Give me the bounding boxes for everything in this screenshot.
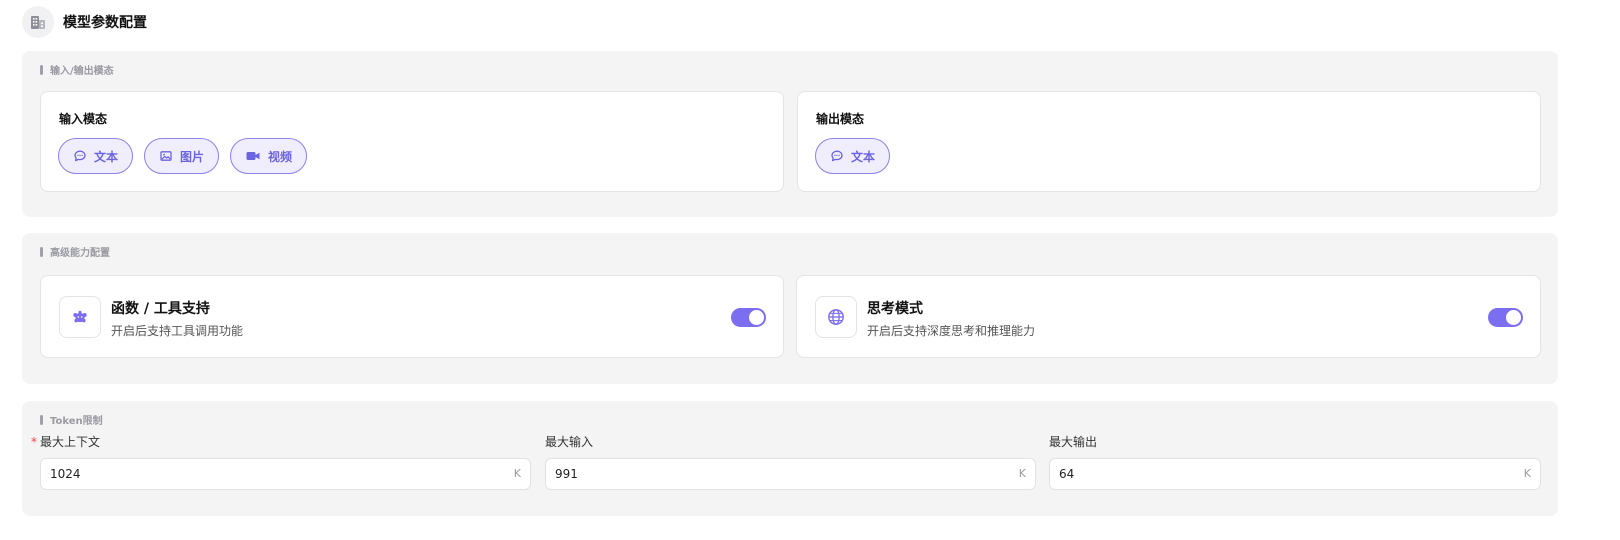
section-label-token: Token限制 xyxy=(40,412,103,427)
thinking-mode-card: 思考模式 开启后支持深度思考和推理能力 xyxy=(796,275,1541,358)
output-modality-chips: 文本 xyxy=(815,138,891,174)
section-label-advanced: 高级能力配置 xyxy=(40,244,110,259)
unit-suffix: K xyxy=(1523,467,1531,480)
required-asterisk: * xyxy=(31,435,37,449)
chip-input-image[interactable]: 图片 xyxy=(144,138,220,174)
toggle-knob xyxy=(749,310,764,325)
section-marker xyxy=(40,246,43,257)
chip-output-text[interactable]: 文本 xyxy=(815,138,891,174)
chip-label: 文本 xyxy=(94,149,119,164)
chat-bubble-icon xyxy=(830,149,844,163)
input-modality-chips: 文本 图片 视频 xyxy=(58,138,308,174)
video-camera-icon xyxy=(245,149,261,163)
max-context-label-text: 最大上下文 xyxy=(40,435,101,449)
section-label-modality: 输入/输出模态 xyxy=(40,62,114,77)
function-tool-toggle[interactable] xyxy=(731,308,766,327)
chat-bubble-icon xyxy=(73,149,87,163)
chip-label: 视频 xyxy=(268,149,293,164)
image-icon xyxy=(159,149,173,163)
max-input-field: K xyxy=(545,458,1036,490)
function-tool-card: 函数 / 工具支持 开启后支持工具调用功能 xyxy=(40,275,784,358)
section-label-text: Token限制 xyxy=(50,416,103,427)
page-header: 模型参数配置 xyxy=(22,6,147,38)
output-modality-card: 输出模态 文本 xyxy=(797,91,1541,192)
advanced-panel: 高级能力配置 函数 / 工具支持 开启后支持工具调用功能 思考模式 开启后支持深… xyxy=(22,233,1558,384)
max-output-input[interactable] xyxy=(1050,459,1540,489)
chip-input-text[interactable]: 文本 xyxy=(58,138,134,174)
model-params-page: 模型参数配置 输入/输出模态 输入模态 文本 图片 视频 输出模态 文本 高级能… xyxy=(0,0,1620,540)
max-context-input[interactable] xyxy=(41,459,530,489)
thinking-mode-title: 思考模式 xyxy=(867,301,923,317)
max-input-label: 最大输入 xyxy=(545,435,594,449)
max-input-input[interactable] xyxy=(546,459,1035,489)
token-limit-panel: Token限制 *最大上下文 K 最大输入 K 最大输出 K xyxy=(22,401,1558,516)
max-context-label: * 最大上下文 xyxy=(31,433,100,450)
output-modality-title: 输出模态 xyxy=(816,112,865,126)
unit-suffix: K xyxy=(1018,467,1026,480)
max-output-label: 最大输出 xyxy=(1049,435,1098,449)
max-output-field: K xyxy=(1049,458,1541,490)
thinking-mode-description: 开启后支持深度思考和推理能力 xyxy=(867,324,1036,338)
unit-suffix: K xyxy=(513,467,521,480)
section-marker xyxy=(40,64,43,75)
input-modality-title: 输入模态 xyxy=(59,112,108,126)
page-title: 模型参数配置 xyxy=(63,15,147,31)
chip-label: 文本 xyxy=(851,149,876,164)
chip-input-video[interactable]: 视频 xyxy=(230,138,308,174)
function-tool-description: 开启后支持工具调用功能 xyxy=(111,324,244,338)
input-modality-card: 输入模态 文本 图片 视频 xyxy=(40,91,784,192)
section-marker xyxy=(40,414,43,425)
section-label-text: 输入/输出模态 xyxy=(50,66,114,77)
function-tool-title: 函数 / 工具支持 xyxy=(111,301,210,317)
building-icon xyxy=(22,6,54,38)
modality-panel: 输入/输出模态 输入模态 文本 图片 视频 输出模态 文本 xyxy=(22,51,1558,217)
globe-icon xyxy=(815,296,857,338)
toggle-knob xyxy=(1506,310,1521,325)
chip-label: 图片 xyxy=(180,149,205,164)
section-label-text: 高级能力配置 xyxy=(50,248,110,259)
max-context-field: K xyxy=(40,458,531,490)
thinking-mode-toggle[interactable] xyxy=(1488,308,1523,327)
tools-icon xyxy=(59,296,101,338)
